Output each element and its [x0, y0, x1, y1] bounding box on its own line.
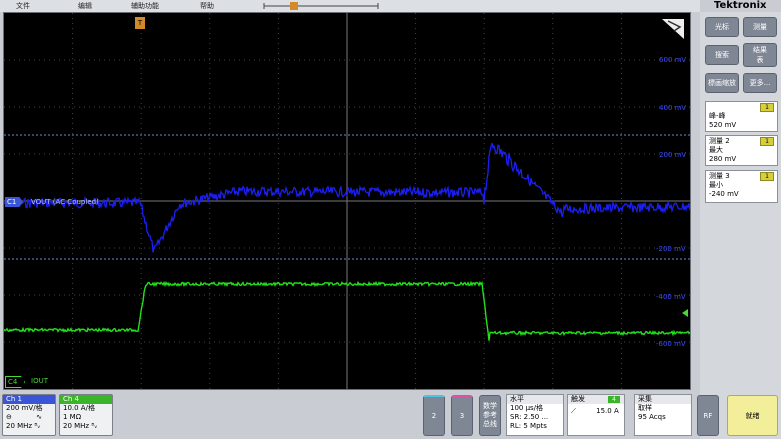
axis-label: 400 mV: [659, 104, 687, 112]
measurement-1[interactable]: 1 峰-峰 520 mV: [705, 101, 778, 132]
axis-label: -200 mV: [656, 245, 686, 253]
meas-value: -240 mV: [709, 190, 739, 198]
menu-help[interactable]: 帮助: [200, 0, 214, 12]
horizontal-scale: 100 μs/格: [510, 404, 544, 412]
ch1-title: Ch 1: [3, 395, 55, 404]
record-position-indicator: [263, 2, 379, 10]
bw-limit-icon: ᴮᵥ: [91, 422, 98, 430]
horizontal-sr: SR: 2.50 ...: [510, 413, 549, 421]
search-button[interactable]: 搜索: [705, 45, 739, 65]
meas-value: 520 mV: [709, 121, 737, 129]
ch1-bw-value: 20 MHz: [6, 422, 33, 430]
zoom-label: 缩放: [722, 79, 736, 87]
settings-bar: Ch 1 200 mV/格 ⊖ ∿ 20 MHz ᴮᵥ Ch 4 10.0 A/…: [0, 391, 778, 439]
zoom-corner-icon: [662, 19, 684, 39]
menu-utility[interactable]: 辅助功能: [131, 0, 159, 12]
ch4-bw: 20 MHz ᴮᵥ: [60, 422, 112, 431]
ch2-button[interactable]: 2: [423, 395, 445, 436]
horizontal-title: 水平: [507, 395, 563, 404]
menu-edit[interactable]: 编辑: [78, 0, 92, 12]
meas-badge: 1: [760, 103, 774, 112]
bus-label: 总线: [483, 420, 497, 428]
more-button[interactable]: 更多...: [743, 73, 777, 93]
results-label-2: 表: [756, 56, 764, 64]
cursor-button[interactable]: 光标: [705, 17, 739, 37]
ch4-impedance: 1 MΩ: [63, 413, 82, 421]
horizontal-settings[interactable]: 水平 100 μs/格 SR: 2.50 ... RL: 5 Mpts: [506, 394, 564, 436]
probe-icon: ⊖: [6, 413, 12, 421]
ch4-marker[interactable]: C4: [5, 376, 25, 388]
zoom-prefix: 標画: [708, 79, 722, 87]
ch4-trace-label: IOUT: [31, 377, 48, 385]
waveform-canvas: [4, 13, 690, 389]
meas-name: 最小: [709, 181, 723, 189]
math-ref-bus-button[interactable]: 数学 参考 总线: [479, 395, 501, 436]
brand-logo: Tektronix: [714, 0, 767, 11]
meas-value: 280 mV: [709, 155, 737, 163]
ref-label: 参考: [483, 411, 497, 419]
trigger-level: 15.0 A: [596, 407, 619, 415]
axis-label: -400 mV: [656, 293, 686, 301]
right-control-panel: Tektronix 光标 测量 搜索 结果 表 標画 缩放 更多... 1 峰-峰…: [700, 0, 781, 439]
ch1-trace-label: VOUT (AC Coupled): [31, 198, 99, 206]
measurement-3[interactable]: 1 测量 3 最小 -240 mV: [705, 170, 778, 203]
measure-button[interactable]: 测量: [743, 17, 777, 37]
acq-count: 95 Acqs: [638, 413, 666, 421]
rf-button[interactable]: RF: [697, 395, 719, 436]
meas-badge: 1: [760, 137, 774, 146]
ch4-scale: 10.0 A/格: [63, 404, 95, 412]
acquisition-settings[interactable]: 采集 取样 95 Acqs: [634, 394, 692, 436]
acq-title: 采集: [635, 395, 691, 404]
waveform-display[interactable]: T 600 mV 400 mV 200 mV -200 mV -400 mV -…: [3, 12, 691, 390]
rising-edge-icon: ⟋: [571, 407, 576, 415]
ch4-bw-value: 20 MHz: [63, 422, 90, 430]
bw-limit-icon: ᴮᵥ: [34, 422, 41, 430]
ch3-button[interactable]: 3: [451, 395, 473, 436]
ch1-bw: 20 MHz ᴮᵥ: [3, 422, 55, 431]
horizontal-rl: RL: 5 Mpts: [510, 422, 547, 430]
results-label-1: 结果: [753, 46, 767, 54]
meas-name: 峰-峰: [709, 112, 726, 120]
trigger-title: 触发: [571, 395, 585, 403]
ac-coupling-icon: ∿: [36, 413, 42, 421]
menu-file[interactable]: 文件: [16, 0, 30, 12]
meas-name: 最大: [709, 146, 723, 154]
trigger-ch-badge: 4: [608, 396, 620, 403]
ch4-settings[interactable]: Ch 4 10.0 A/格 1 MΩ 20 MHz ᴮᵥ: [59, 394, 113, 436]
menu-bar: 文件 编辑 辅助功能 帮助: [0, 0, 700, 12]
trigger-position-icon[interactable]: T: [135, 17, 145, 29]
ch1-coupling: ⊖ ∿: [3, 413, 55, 422]
axis-label: 600 mV: [659, 56, 687, 64]
trigger-settings[interactable]: 触发 4 ⟋ 15.0 A: [567, 394, 625, 436]
results-table-button[interactable]: 结果 表: [743, 43, 777, 67]
ch1-scale: 200 mV/格: [6, 404, 43, 412]
math-label: 数学: [483, 402, 497, 410]
ready-status: 就绪: [727, 395, 778, 436]
zoom-button[interactable]: 標画 缩放: [705, 73, 739, 93]
ch1-marker[interactable]: C1: [5, 197, 23, 207]
trigger-row: ⟋ 15.0 A: [571, 407, 621, 416]
axis-label: 200 mV: [659, 151, 687, 159]
ch4-offset-arrow-icon: [682, 309, 688, 317]
meas-badge: 1: [760, 172, 774, 181]
ch1-settings[interactable]: Ch 1 200 mV/格 ⊖ ∿ 20 MHz ᴮᵥ: [2, 394, 56, 436]
measurement-2[interactable]: 1 测量 2 最大 280 mV: [705, 135, 778, 166]
trigger-header: 触发 4: [568, 395, 624, 404]
acq-mode: 取样: [638, 404, 652, 412]
axis-label: -600 mV: [656, 340, 686, 348]
ch4-title: Ch 4: [60, 395, 112, 404]
